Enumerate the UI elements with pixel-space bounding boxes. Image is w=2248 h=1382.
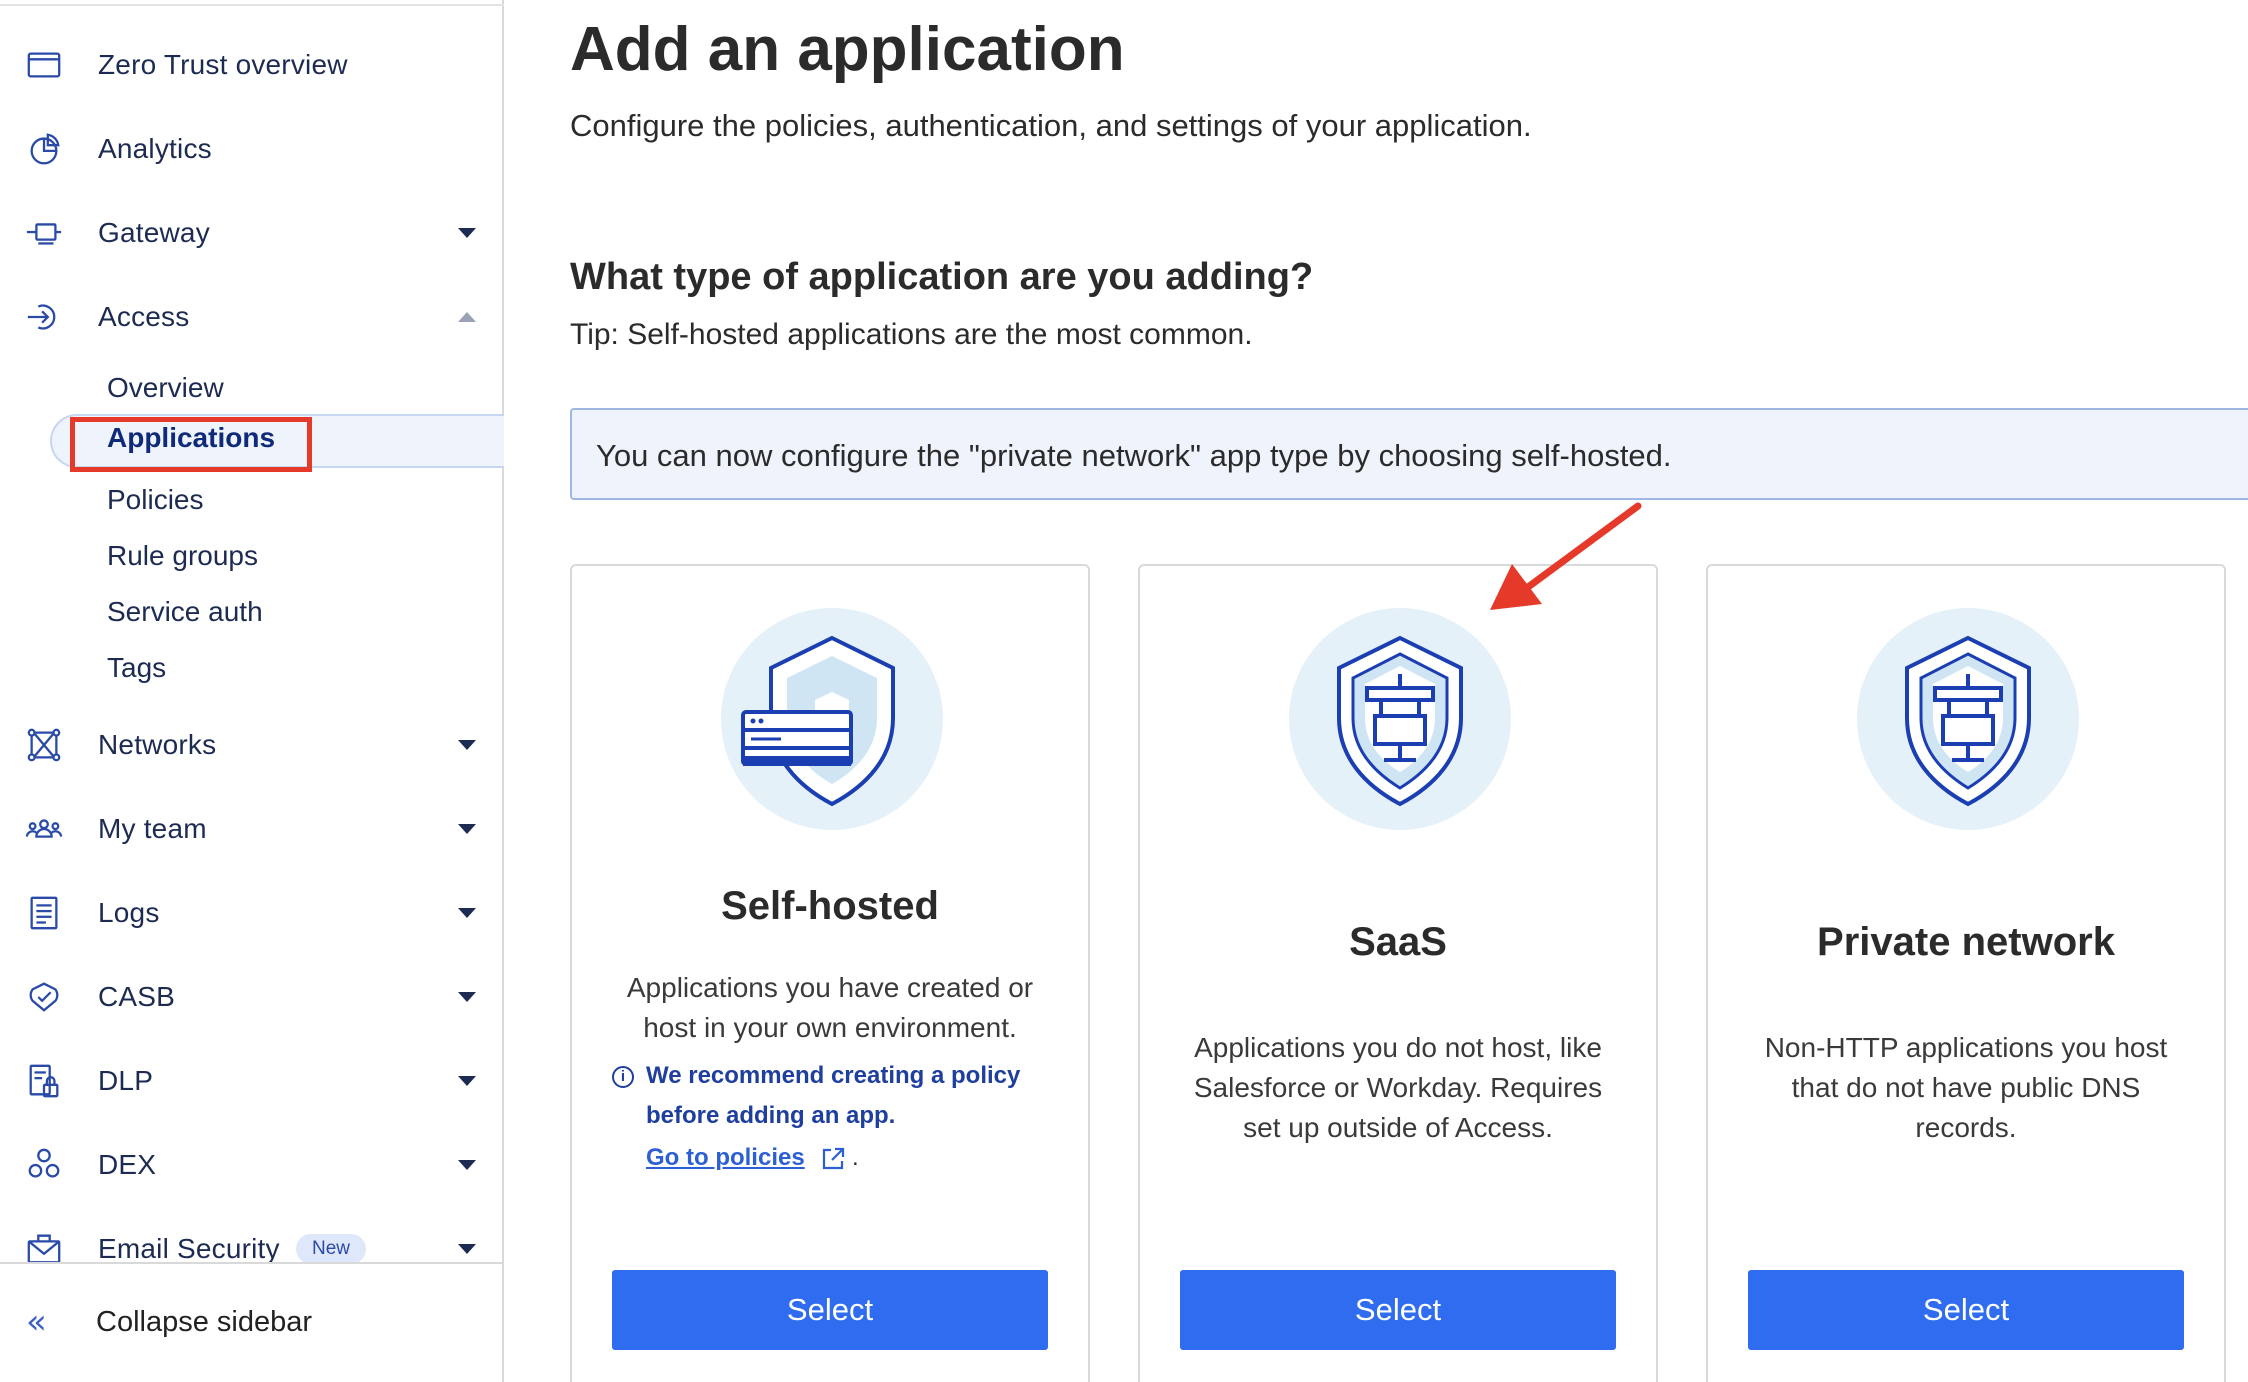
chevron-down-icon[interactable] <box>458 824 476 834</box>
sidebar-item-label: DLP <box>98 1065 154 1096</box>
sidebar-item-analytics[interactable]: Analytics <box>0 114 502 184</box>
section-heading: What type of application are you adding? <box>570 256 1314 298</box>
sidebar-subitem-rule-groups[interactable]: Rule groups <box>107 540 258 572</box>
info-banner: You can now configure the "private netwo… <box>570 408 2248 500</box>
sidebar-item-dex[interactable]: DEX <box>0 1130 502 1200</box>
select-private-network-button[interactable]: Select <box>1748 1270 2184 1350</box>
chevron-up-icon[interactable] <box>458 312 476 322</box>
card-title: Private network <box>1817 920 2115 964</box>
main-content: Add an application Configure the policie… <box>504 0 2248 1382</box>
sidebar-subitem-policies[interactable]: Policies <box>107 484 203 516</box>
sidebar-item-label: My team <box>98 813 207 844</box>
sidebar-item-label: Access <box>98 301 190 332</box>
access-icon <box>24 297 64 337</box>
sidebar-item-label: Zero Trust overview <box>98 49 348 80</box>
section-tip: Tip: Self-hosted applications are the mo… <box>570 318 1253 351</box>
sidebar-item-label: DEX <box>98 1149 157 1180</box>
chevron-down-icon[interactable] <box>458 992 476 1002</box>
info-banner-text: You can now configure the "private netwo… <box>596 438 1672 473</box>
sidebar-item-label: Logs <box>98 897 160 928</box>
dex-icon <box>24 1145 64 1185</box>
sidebar-item-label: Gateway <box>98 217 210 248</box>
browser-window-icon <box>24 45 64 85</box>
saas-shield-icon <box>1289 608 1511 830</box>
sidebar-item-label: Networks <box>98 729 217 760</box>
sidebar-item-my-team[interactable]: My team <box>0 794 502 864</box>
double-chevron-left-icon: « <box>26 1302 47 1342</box>
sidebar-item-label: CASB <box>98 981 176 1012</box>
sidebar-subitem-applications-label[interactable]: Applications <box>107 422 275 454</box>
collapse-sidebar-label: Collapse sidebar <box>96 1306 313 1338</box>
sidebar: Zero Trust overview Analytics Gateway Ac… <box>0 0 504 1382</box>
app-type-card-self-hosted: Self-hosted Applications you have create… <box>570 564 1090 1382</box>
sidebar-item-dlp[interactable]: DLP <box>0 1046 502 1116</box>
sidebar-item-logs[interactable]: Logs <box>0 878 502 948</box>
dlp-icon <box>24 1061 64 1101</box>
private-network-shield-icon <box>1857 608 2079 830</box>
chevron-down-icon[interactable] <box>458 228 476 238</box>
self-hosted-shield-server-icon <box>721 608 943 830</box>
sidebar-item-gateway[interactable]: Gateway <box>0 198 502 268</box>
sidebar-subitem-service-auth[interactable]: Service auth <box>107 596 263 628</box>
network-icon <box>24 725 64 765</box>
chevron-down-icon[interactable] <box>458 740 476 750</box>
pie-chart-icon <box>24 129 64 169</box>
card-description: Applications you do not host, like Sales… <box>1193 1032 1603 1143</box>
app-type-card-saas: SaaS Applications you do not host, like … <box>1138 564 1658 1382</box>
team-icon <box>24 809 64 849</box>
link-period: . <box>852 1144 859 1171</box>
recommendation-text: We recommend creating a policy before ad… <box>646 1062 1021 1129</box>
external-link-icon[interactable] <box>820 1146 846 1172</box>
go-to-policies-link[interactable]: Go to policies <box>646 1144 805 1172</box>
chevron-down-icon[interactable] <box>458 1076 476 1086</box>
chevron-down-icon[interactable] <box>458 1160 476 1170</box>
app-type-card-private-network: Private network Non-HTTP applications yo… <box>1706 564 2226 1382</box>
card-title: Self-hosted <box>721 884 939 928</box>
chevron-down-icon[interactable] <box>458 1244 476 1254</box>
collapse-sidebar-button[interactable]: « Collapse sidebar <box>0 1262 502 1382</box>
card-description: Applications you have created or host in… <box>626 972 1034 1043</box>
sidebar-divider <box>0 4 504 6</box>
sidebar-item-casb[interactable]: CASB <box>0 962 502 1032</box>
info-icon: i <box>612 1066 634 1088</box>
sidebar-item-networks[interactable]: Networks <box>0 710 502 780</box>
select-self-hosted-button[interactable]: Select <box>612 1270 1048 1350</box>
card-title: SaaS <box>1349 920 1447 964</box>
card-description: Non-HTTP applications you host that do n… <box>1764 1032 2168 1143</box>
sidebar-item-label: Email Security <box>98 1233 280 1264</box>
sidebar-item-label: Analytics <box>98 133 212 164</box>
sidebar-subitem-overview[interactable]: Overview <box>107 372 224 404</box>
gateway-icon <box>24 213 64 253</box>
page-title: Add an application <box>570 15 1125 84</box>
logs-icon <box>24 893 64 933</box>
page-subtitle: Configure the policies, authentication, … <box>570 108 1532 143</box>
select-saas-button[interactable]: Select <box>1180 1270 1616 1350</box>
sidebar-item-zero-trust-overview[interactable]: Zero Trust overview <box>0 30 502 100</box>
sidebar-item-access[interactable]: Access <box>0 282 502 352</box>
sidebar-subitem-tags[interactable]: Tags <box>107 652 166 684</box>
chevron-down-icon[interactable] <box>458 908 476 918</box>
casb-icon <box>24 977 64 1017</box>
new-badge: New <box>296 1234 367 1264</box>
